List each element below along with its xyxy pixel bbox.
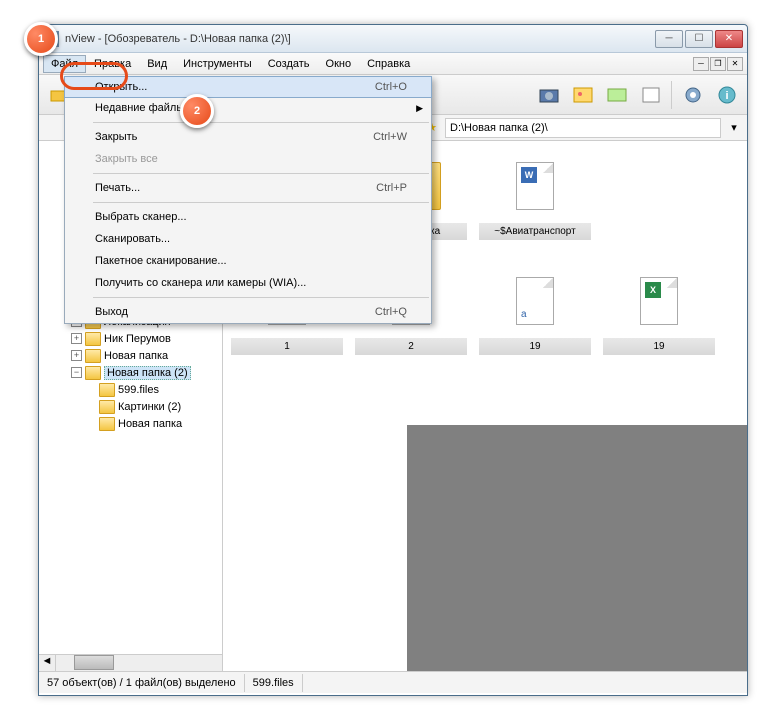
folder-icon <box>85 332 101 346</box>
menu-select-scanner[interactable]: Выбрать сканер... <box>65 206 431 228</box>
folder-icon <box>85 366 101 380</box>
thumbnail-item[interactable]: a 19 <box>479 264 591 355</box>
tree-label: Новая папка <box>104 350 168 362</box>
picture-icon[interactable] <box>567 79 599 111</box>
status-left: 57 объект(ов) / 1 файл(ов) выделено <box>39 674 245 692</box>
thumbnail-caption: 2 <box>355 338 467 355</box>
menu-create[interactable]: Создать <box>260 55 318 73</box>
thumbnail-item[interactable]: X 19 <box>603 264 715 355</box>
menu-twain[interactable]: Получить со сканера или камеры (WIA)... <box>65 272 431 294</box>
callout-1: 1 <box>24 22 58 56</box>
close-button[interactable]: ✕ <box>715 30 743 48</box>
mdi-close-button[interactable]: ✕ <box>727 57 743 71</box>
menu-exit[interactable]: ВыходCtrl+Q <box>65 301 431 323</box>
address-path[interactable]: D:\Новая папка (2)\ <box>445 118 721 138</box>
gear-icon[interactable] <box>677 79 709 111</box>
tree-hscrollbar[interactable]: ◄ <box>39 654 222 671</box>
menu-separator <box>93 297 429 298</box>
menu-close[interactable]: ЗакрытьCtrl+W <box>65 126 431 148</box>
folder-icon <box>99 383 115 397</box>
menu-separator <box>93 202 429 203</box>
menu-recent[interactable]: Недавние файлы▶ <box>65 97 431 119</box>
empty-area <box>407 425 747 671</box>
address-path-text: D:\Новая папка (2)\ <box>450 122 548 134</box>
doc-icon: a <box>516 277 554 325</box>
contact-icon[interactable] <box>635 79 667 111</box>
scrollbar-thumb[interactable] <box>74 655 114 670</box>
status-right: 599.files <box>245 674 303 692</box>
word-icon: W <box>516 162 554 210</box>
folder-icon <box>85 349 101 363</box>
thumbnail-caption: 19 <box>479 338 591 355</box>
menu-view[interactable]: Вид <box>139 55 175 73</box>
submenu-arrow-icon: ▶ <box>416 103 423 114</box>
mdi-restore-button[interactable]: ❐ <box>710 57 726 71</box>
titlebar[interactable]: nView - [Обозреватель - D:\Новая папка (… <box>39 25 747 53</box>
file-menu-dropdown: Открыть...Ctrl+O Недавние файлы▶ Закрыть… <box>64 76 432 324</box>
excel-icon: X <box>640 277 678 325</box>
window-title: nView - [Обозреватель - D:\Новая папка (… <box>65 33 655 45</box>
tree-toggle-icon[interactable]: + <box>71 333 82 344</box>
tree-label: Ник Перумов <box>104 333 171 345</box>
menu-tools[interactable]: Инструменты <box>175 55 260 73</box>
svg-text:i: i <box>725 90 728 102</box>
maximize-button[interactable]: ☐ <box>685 30 713 48</box>
menu-scan[interactable]: Сканировать... <box>65 228 431 250</box>
tree-row[interactable]: 599.files <box>41 381 220 398</box>
tree-row[interactable]: + Новая папка <box>41 347 220 364</box>
menubar: Файл Правка Вид Инструменты Создать Окно… <box>39 53 747 75</box>
info-icon[interactable]: i <box>711 79 743 111</box>
tree-label: 599.files <box>118 384 159 396</box>
menu-close-all: Закрыть все <box>65 148 431 170</box>
minimize-button[interactable]: ─ <box>655 30 683 48</box>
toolbar-separator <box>671 81 673 109</box>
slideshow-icon[interactable] <box>601 79 633 111</box>
thumbnail-caption: 19 <box>603 338 715 355</box>
callout-2: 2 <box>180 94 214 128</box>
statusbar: 57 объект(ов) / 1 файл(ов) выделено 599.… <box>39 671 747 693</box>
tree-toggle-icon[interactable]: + <box>71 350 82 361</box>
tree-row[interactable]: − Новая папка (2) <box>41 364 220 381</box>
tree-row[interactable]: Картинки (2) <box>41 398 220 415</box>
tree-toggle-icon[interactable]: − <box>71 367 82 378</box>
tree-label: Новая папка <box>118 418 182 430</box>
camera-icon[interactable] <box>533 79 565 111</box>
tree-row[interactable]: + Ник Перумов <box>41 330 220 347</box>
folder-icon <box>99 400 115 414</box>
menu-help[interactable]: Справка <box>359 55 418 73</box>
dropdown-icon[interactable]: ▾ <box>725 119 743 137</box>
tree-label: Новая папка (2) <box>104 366 191 380</box>
folder-icon <box>99 417 115 431</box>
menu-print[interactable]: Печать...Ctrl+P <box>65 177 431 199</box>
tree-row[interactable]: Новая папка <box>41 415 220 432</box>
menu-window[interactable]: Окно <box>318 55 360 73</box>
thumbnail-caption: 1 <box>231 338 343 355</box>
menu-separator <box>93 173 429 174</box>
menu-separator <box>93 122 429 123</box>
thumbnail-caption: ~$Авиатранспорт <box>479 223 591 240</box>
tree-label: Картинки (2) <box>118 401 181 413</box>
menu-batch-scan[interactable]: Пакетное сканирование... <box>65 250 431 272</box>
thumbnail-item[interactable]: W ~$Авиатранспорт <box>479 149 591 240</box>
callout-ring-1 <box>60 62 128 90</box>
mdi-minimize-button[interactable]: ─ <box>693 57 709 71</box>
